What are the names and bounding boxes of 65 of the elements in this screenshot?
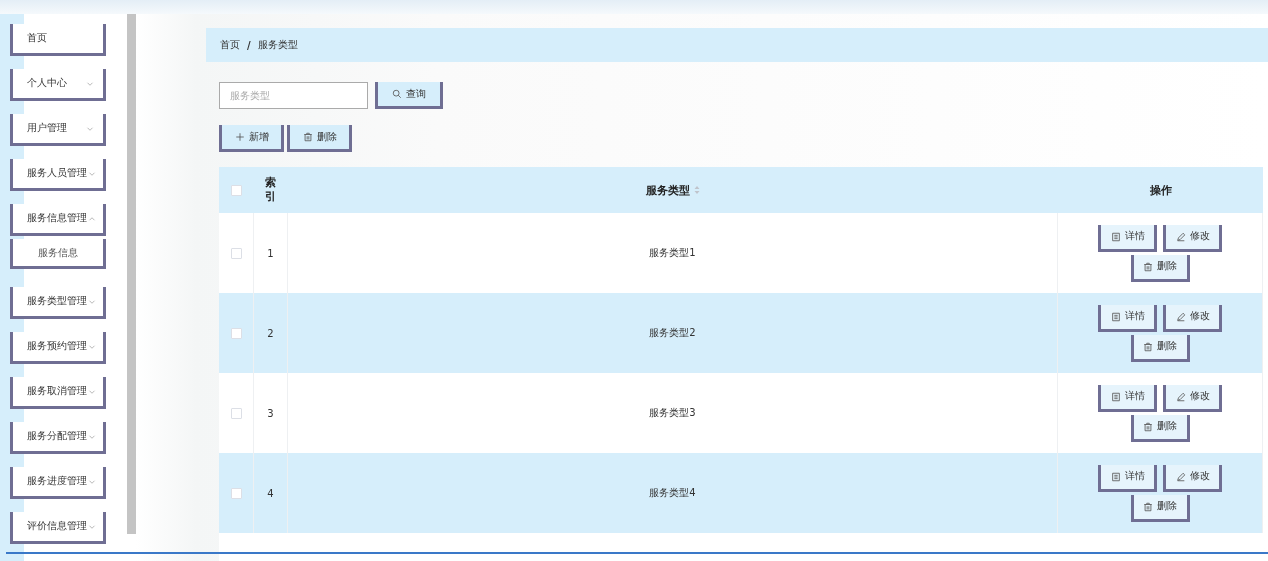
trash-icon bbox=[1143, 341, 1153, 352]
column-header: 索引 bbox=[264, 175, 277, 205]
search-field[interactable]: 服务类型 bbox=[219, 82, 368, 109]
table-cell: 服务类型2 bbox=[649, 326, 696, 340]
menu-item[interactable]: 用户管理 bbox=[10, 114, 106, 146]
scrollbar[interactable] bbox=[6, 552, 1268, 554]
checkbox[interactable] bbox=[230, 247, 242, 259]
menu-item[interactable]: 评价信息管理 bbox=[10, 512, 106, 544]
menu-item[interactable]: 服务类型管理 bbox=[10, 287, 106, 319]
edit-button[interactable]: 修改 bbox=[1163, 464, 1222, 492]
submenu-item[interactable]: 服务信息 bbox=[10, 239, 106, 269]
breadcrumb-separator: / bbox=[247, 39, 251, 51]
table-cell: 服务类型1 bbox=[649, 246, 696, 260]
menu-item[interactable]: 个人中心 bbox=[10, 69, 106, 101]
trash-icon bbox=[1143, 261, 1153, 272]
breadcrumb-item: 服务类型 bbox=[257, 38, 298, 52]
detail-button[interactable]: 详情 bbox=[1098, 304, 1157, 332]
menu-item[interactable]: 首页 bbox=[10, 24, 106, 56]
edit-button[interactable]: 修改 bbox=[1163, 384, 1222, 412]
document-icon bbox=[1110, 231, 1121, 242]
table-cell: 服务类型4 bbox=[649, 486, 696, 500]
menu-item[interactable]: 服务预约管理 bbox=[10, 332, 106, 364]
detail-button[interactable]: 详情 bbox=[1098, 224, 1157, 252]
delete-button[interactable]: 删除 bbox=[287, 125, 352, 152]
pencil-icon bbox=[1175, 311, 1186, 322]
menu-item[interactable]: 服务取消管理 bbox=[10, 377, 106, 409]
delete-button[interactable]: 删除 bbox=[1130, 494, 1190, 522]
add-button[interactable]: 新增 bbox=[219, 125, 284, 152]
checkbox[interactable] bbox=[230, 407, 242, 419]
pencil-icon bbox=[1175, 391, 1186, 402]
document-icon bbox=[1110, 311, 1121, 322]
menu-item[interactable]: 服务信息管理 bbox=[10, 204, 106, 236]
document-icon bbox=[1110, 391, 1121, 402]
detail-button[interactable]: 详情 bbox=[1098, 464, 1157, 492]
edit-button[interactable]: 修改 bbox=[1163, 224, 1222, 252]
table-cell: 1 bbox=[267, 247, 274, 259]
delete-button[interactable]: 删除 bbox=[1130, 414, 1190, 442]
table-cell: 4 bbox=[267, 487, 274, 499]
column-header[interactable]: 服务类型 bbox=[646, 182, 690, 198]
menu-item[interactable]: 服务分配管理 bbox=[10, 422, 106, 454]
search-button[interactable]: 查询 bbox=[375, 82, 443, 109]
edit-button[interactable]: 修改 bbox=[1163, 304, 1222, 332]
checkbox[interactable] bbox=[230, 327, 242, 339]
table-cell: 服务类型3 bbox=[649, 406, 696, 420]
pencil-icon bbox=[1175, 231, 1186, 242]
trash-icon bbox=[1143, 421, 1153, 432]
detail-button[interactable]: 详情 bbox=[1098, 384, 1157, 412]
delete-button[interactable]: 删除 bbox=[1130, 254, 1190, 282]
table-cell: 3 bbox=[267, 407, 274, 419]
search-icon bbox=[392, 89, 402, 99]
trash-icon bbox=[302, 132, 313, 142]
delete-button[interactable]: 删除 bbox=[1130, 334, 1190, 362]
plus-icon bbox=[234, 132, 245, 142]
checkbox[interactable] bbox=[230, 487, 242, 499]
menu-item[interactable]: 服务进度管理 bbox=[10, 467, 106, 499]
table-cell: 2 bbox=[267, 327, 274, 339]
trash-icon bbox=[1143, 501, 1153, 512]
column-header: 操作 bbox=[1149, 182, 1172, 198]
checkbox[interactable] bbox=[231, 184, 242, 196]
menu-item[interactable]: 服务人员管理 bbox=[10, 159, 106, 191]
document-icon bbox=[1110, 471, 1121, 482]
pencil-icon bbox=[1175, 471, 1186, 482]
scrollbar[interactable] bbox=[127, 14, 136, 534]
sort-icon[interactable] bbox=[694, 185, 700, 195]
breadcrumb-item[interactable]: 首页 bbox=[220, 38, 240, 52]
